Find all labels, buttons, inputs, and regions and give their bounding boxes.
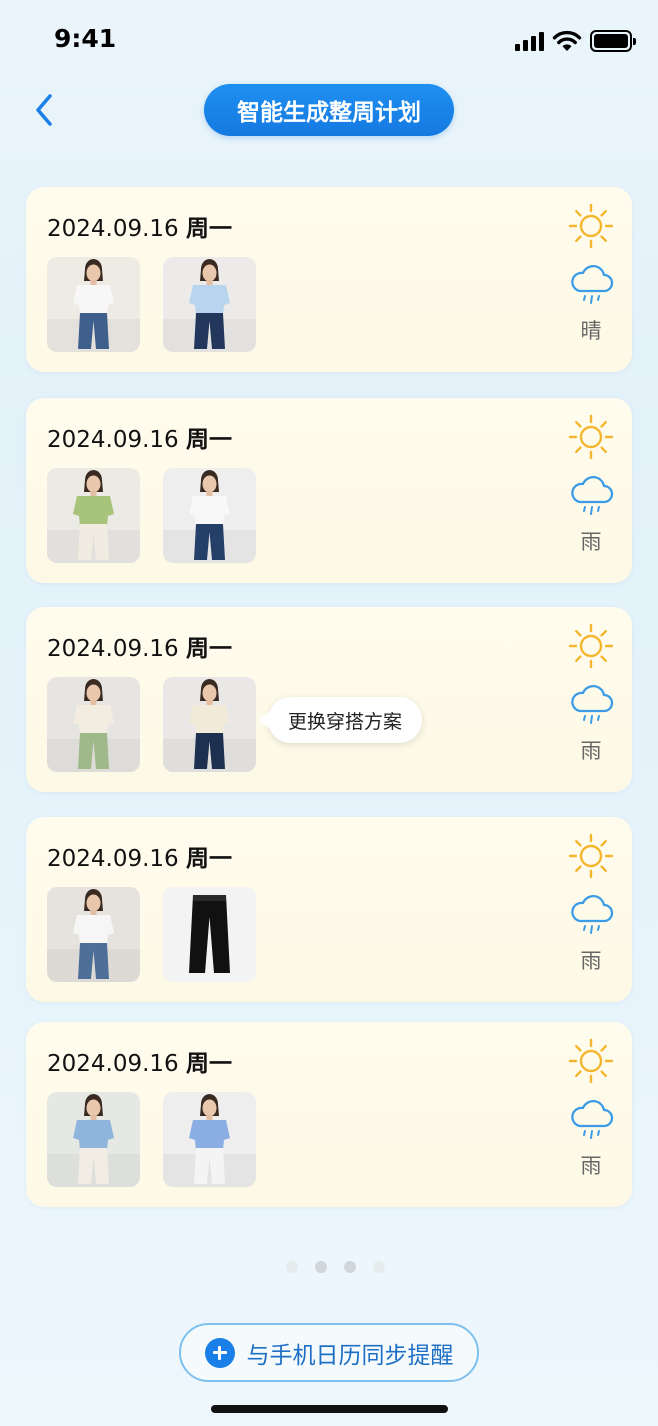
status-icons [515, 28, 636, 54]
page-indicator [286, 1261, 385, 1273]
weekday-text: 周一 [186, 427, 233, 453]
plus-icon [204, 1337, 235, 1368]
battery-icon [590, 30, 636, 52]
weekday-text: 周一 [186, 846, 233, 872]
weather-label: 雨 [580, 739, 602, 763]
status-bar: 9:41 [0, 0, 658, 80]
outfit-image[interactable] [163, 1092, 256, 1187]
day-date: 2024.09.16 周一 [47, 209, 232, 243]
outfit-image[interactable] [47, 887, 140, 982]
swap-outfit-tooltip[interactable]: 更换穿搭方案 [257, 697, 423, 743]
weather-label: 晴 [580, 319, 602, 343]
sun-icon [568, 623, 614, 669]
chevron-left-icon [36, 94, 52, 126]
page-dot[interactable] [315, 1261, 327, 1273]
sync-calendar-button[interactable]: 与手机日历同步提醒 [179, 1323, 479, 1382]
rain-cloud-icon [571, 264, 614, 304]
status-time: 9:41 [54, 24, 117, 53]
sun-icon [568, 203, 614, 249]
weekday-text: 周一 [186, 216, 233, 242]
day-card[interactable]: 2024.09.16 周一 雨 [26, 817, 632, 1002]
rain-cloud-icon [571, 684, 614, 724]
rain-cloud-icon [571, 1099, 614, 1139]
date-text: 2024.09.16 [47, 1051, 179, 1077]
weather-label: 雨 [580, 949, 602, 973]
date-text: 2024.09.16 [47, 636, 179, 662]
day-card[interactable]: 2024.09.16 周一 晴 [26, 187, 632, 372]
rain-cloud-icon [571, 475, 614, 515]
day-card[interactable]: 2024.09.16 周一 雨 [26, 1022, 632, 1207]
signal-icon [515, 31, 544, 51]
rain-cloud-icon [571, 894, 614, 934]
day-card[interactable]: 2024.09.16 周一 雨 [26, 398, 632, 583]
date-text: 2024.09.16 [47, 216, 179, 242]
outfit-image[interactable] [163, 468, 256, 563]
back-button[interactable] [24, 90, 64, 130]
page-dot[interactable] [286, 1261, 298, 1273]
outfit-image[interactable] [163, 887, 256, 982]
outfit-image[interactable] [47, 257, 140, 352]
page-dot[interactable] [344, 1261, 356, 1273]
outfit-image[interactable] [163, 257, 256, 352]
weekday-text: 周一 [186, 636, 233, 662]
weather-label: 雨 [580, 1154, 602, 1178]
swap-outfit-label: 更换穿搭方案 [288, 710, 403, 733]
day-date: 2024.09.16 周一 [47, 1044, 232, 1078]
page-dot[interactable] [373, 1261, 385, 1273]
outfit-image[interactable] [47, 1092, 140, 1187]
outfit-image[interactable] [47, 468, 140, 563]
date-text: 2024.09.16 [47, 846, 179, 872]
outfit-image[interactable] [47, 677, 140, 772]
sun-icon [568, 1038, 614, 1084]
weekday-text: 周一 [186, 1051, 233, 1077]
page-title: 智能生成整周计划 [204, 84, 454, 136]
date-text: 2024.09.16 [47, 427, 179, 453]
home-indicator [211, 1405, 448, 1413]
day-date: 2024.09.16 周一 [47, 629, 232, 663]
sync-calendar-label: 与手机日历同步提醒 [246, 1342, 454, 1369]
sun-icon [568, 833, 614, 879]
day-date: 2024.09.16 周一 [47, 839, 232, 873]
wifi-icon [552, 30, 582, 51]
day-date: 2024.09.16 周一 [47, 420, 232, 454]
weather-label: 雨 [580, 530, 602, 554]
outfit-image[interactable] [163, 677, 256, 772]
sun-icon [568, 414, 614, 460]
